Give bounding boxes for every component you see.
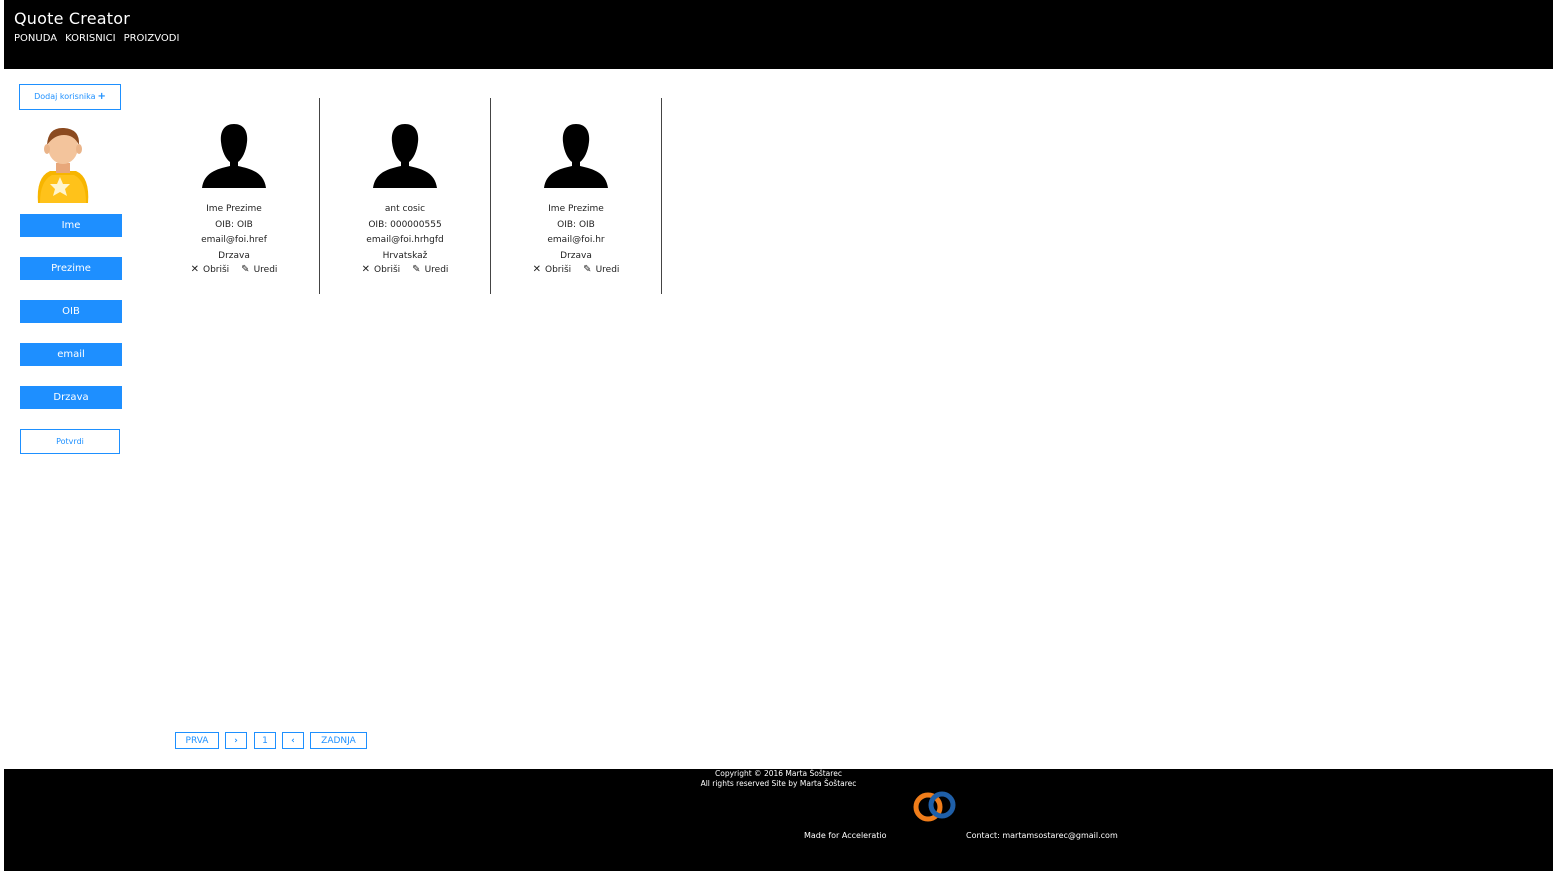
user-actions: ✕ Obriši ✎ Uredi — [149, 264, 319, 275]
user-name: Ime Prezime — [548, 204, 604, 214]
user-name: Ime Prezime — [206, 204, 262, 214]
user-country: Drzava — [560, 250, 592, 261]
user-actions: ✕ Obriši ✎ Uredi — [491, 264, 661, 275]
rights-line: All rights reserved Site by Marta Šoštar… — [700, 779, 857, 788]
user-oib: OIB: OIB — [557, 219, 595, 230]
pagination-page-button[interactable]: 1 — [254, 732, 276, 749]
add-user-label: Dodaj korisnika — [34, 92, 96, 101]
nav-link-korisnici[interactable]: KORISNICI — [65, 33, 116, 44]
user-silhouette-icon — [544, 124, 608, 188]
plus-icon: + — [97, 91, 106, 102]
edit-label: Uredi — [253, 264, 278, 275]
user-actions: ✕ Obriši ✎ Uredi — [320, 264, 490, 275]
user-oib: OIB: OIB — [215, 219, 253, 230]
user-card: Ime Prezime OIB: OIB email@foi.href Drza… — [149, 98, 320, 294]
user-info: ant cosic OIB: 000000555 email@foi.hrhgf… — [320, 202, 490, 264]
field-button-drzava[interactable]: Drzava — [20, 386, 122, 409]
pagination-last-button[interactable]: ZADNJA — [310, 732, 367, 749]
contact-text: Contact: martamsostarec@gmail.com — [966, 831, 1118, 840]
edit-label: Uredi — [424, 264, 449, 275]
add-user-button[interactable]: Dodaj korisnika + — [19, 84, 121, 110]
user-card: ant cosic OIB: 000000555 email@foi.hrhgf… — [320, 98, 491, 294]
delete-user-button[interactable]: ✕ Obriši — [362, 264, 401, 275]
top-header: Quote Creator PONUDA KORISNICI PROIZVODI — [4, 0, 1553, 69]
main-nav: PONUDA KORISNICI PROIZVODI — [14, 33, 179, 44]
user-info: Ime Prezime OIB: OIB email@foi.hr Drzava — [491, 202, 661, 264]
user-info: Ime Prezime OIB: OIB email@foi.href Drza… — [149, 202, 319, 264]
delete-user-button[interactable]: ✕ Obriši — [533, 264, 572, 275]
user-card: Ime Prezime OIB: OIB email@foi.hr Drzava… — [491, 98, 662, 294]
user-country: Hrvatskaž — [382, 250, 428, 261]
acceleratio-logo-icon — [913, 791, 956, 822]
confirm-button[interactable]: Potvrdi — [20, 429, 120, 454]
edit-user-button[interactable]: ✎ Uredi — [583, 264, 619, 275]
pagination-prev-button[interactable]: ‹ — [282, 732, 304, 749]
nav-link-ponuda[interactable]: PONUDA — [14, 33, 57, 44]
nav-link-proizvodi[interactable]: PROIZVODI — [124, 33, 180, 44]
delete-user-button[interactable]: ✕ Obriši — [191, 264, 230, 275]
delete-label: Obriši — [202, 264, 230, 275]
close-icon: ✕ — [361, 264, 370, 275]
edit-icon: ✎ — [583, 264, 592, 275]
field-button-prezime[interactable]: Prezime — [20, 257, 122, 280]
made-for-text: Made for Acceleratio — [804, 831, 887, 840]
app-title: Quote Creator — [14, 9, 131, 28]
field-button-email[interactable]: email — [20, 343, 122, 366]
copyright: Copyright © 2016 Marta Šoštarec All righ… — [4, 769, 1553, 789]
edit-icon: ✎ — [241, 264, 250, 275]
field-button-ime[interactable]: Ime — [20, 214, 122, 237]
edit-label: Uredi — [595, 264, 620, 275]
user-oib: OIB: 000000555 — [368, 219, 442, 230]
pagination-next-button[interactable]: › — [225, 732, 247, 749]
edit-user-button[interactable]: ✎ Uredi — [241, 264, 277, 275]
footer: Copyright © 2016 Marta Šoštarec All righ… — [4, 769, 1553, 871]
user-email: email@foi.hr — [547, 235, 605, 245]
user-silhouette-icon — [373, 124, 437, 188]
user-country: Drzava — [218, 250, 250, 261]
close-icon: ✕ — [532, 264, 541, 275]
delete-label: Obriši — [373, 264, 401, 275]
edit-user-button[interactable]: ✎ Uredi — [412, 264, 448, 275]
pagination-first-button[interactable]: PRVA — [175, 732, 219, 749]
close-icon: ✕ — [190, 264, 199, 275]
copyright-line: Copyright © 2016 Marta Šoštarec — [715, 769, 842, 778]
edit-icon: ✎ — [412, 264, 421, 275]
user-avatar-icon — [37, 127, 89, 203]
delete-label: Obriši — [544, 264, 572, 275]
user-email: email@foi.href — [201, 235, 267, 245]
user-silhouette-icon — [202, 124, 266, 188]
field-button-oib[interactable]: OIB — [20, 300, 122, 323]
user-email: email@foi.hrhgfd — [366, 235, 444, 245]
user-name: ant cosic — [384, 204, 426, 214]
